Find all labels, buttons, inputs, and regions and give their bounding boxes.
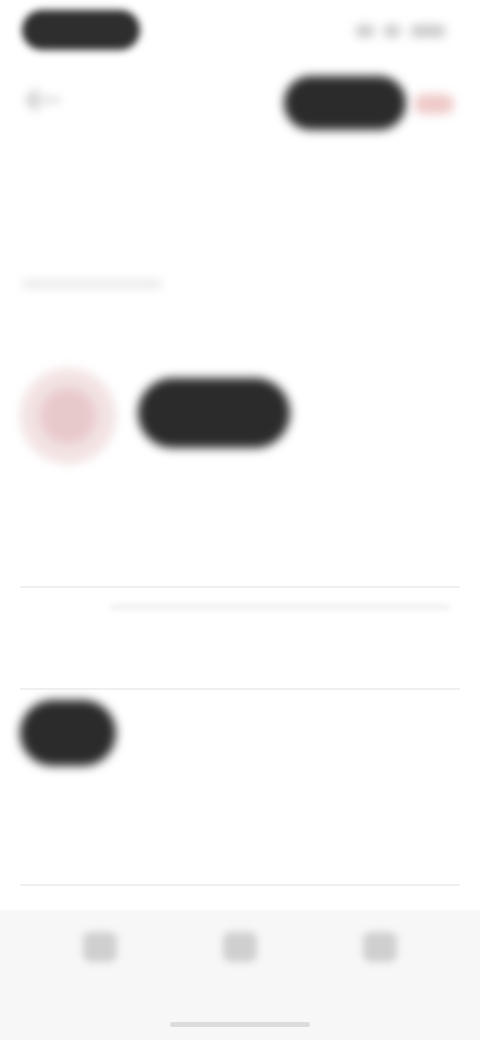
bottom-nav (0, 910, 480, 1040)
nav-item-2[interactable] (190, 932, 290, 974)
nav-item-3[interactable] (330, 932, 430, 974)
status-indicators (350, 22, 446, 38)
battery-icon (410, 24, 445, 37)
search-icon (223, 932, 257, 962)
signal-icon (356, 24, 374, 37)
header-extra-button[interactable] (414, 94, 454, 114)
profile-icon (363, 932, 397, 962)
home-icon (83, 932, 117, 962)
field-row-3[interactable] (20, 826, 460, 886)
back-arrow-icon[interactable] (24, 86, 64, 114)
primary-pill-button[interactable] (20, 700, 116, 766)
field-row-1[interactable] (20, 528, 460, 588)
avatar-image (40, 388, 96, 444)
home-indicator[interactable] (170, 1022, 310, 1027)
active-tab-indicator (22, 282, 162, 286)
header-action-button[interactable] (284, 76, 406, 130)
field-divider-2 (110, 604, 450, 610)
tab-bar (0, 236, 480, 276)
nav-item-1[interactable] (50, 932, 150, 974)
change-avatar-button[interactable] (138, 378, 290, 448)
field-row-2[interactable] (20, 630, 460, 690)
wifi-icon (384, 24, 401, 37)
status-time-pill (22, 10, 140, 50)
